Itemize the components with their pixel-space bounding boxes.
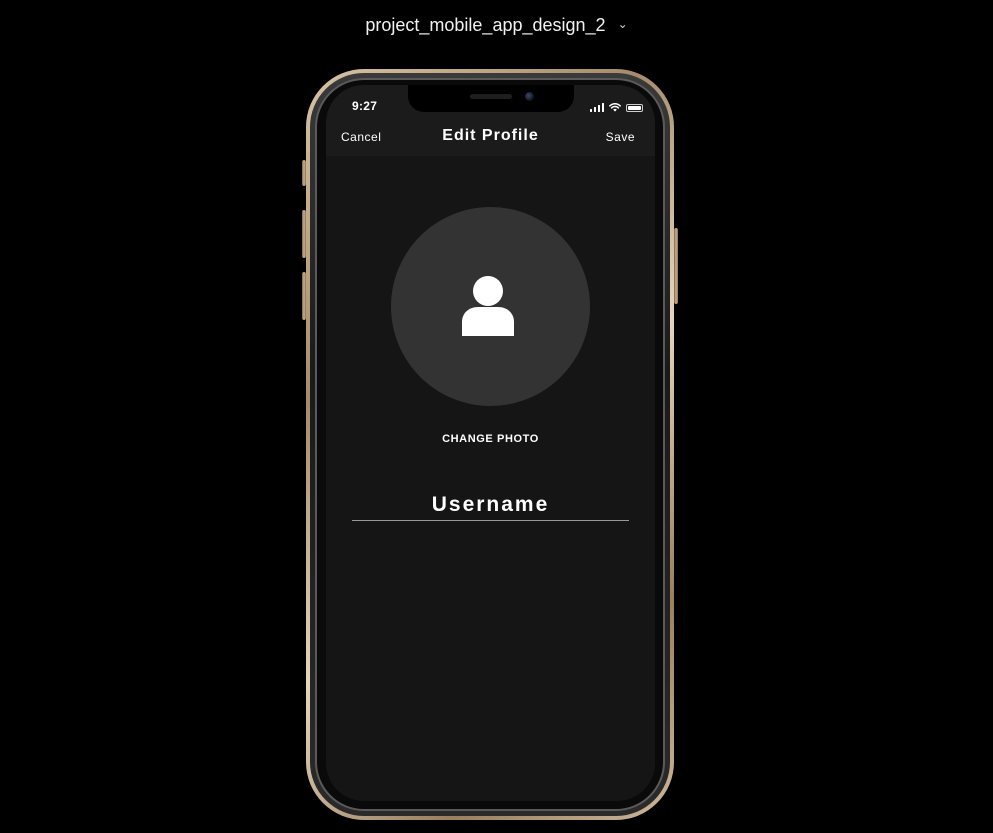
front-camera — [525, 92, 534, 101]
phone-screen: 9:27 Cancel Edit Profile Save CHANGE PHO… — [326, 85, 655, 801]
notch — [408, 85, 574, 112]
project-selector: project_mobile_app_design_2 ⌄ — [0, 12, 993, 37]
canvas: project_mobile_app_design_2 ⌄ 9:27 Cance… — [0, 0, 993, 833]
wifi-icon — [609, 103, 621, 112]
power-button — [674, 228, 678, 304]
status-icons — [589, 100, 643, 112]
volume-up-button — [302, 210, 306, 258]
save-button[interactable]: Save — [606, 130, 635, 144]
cancel-button[interactable]: Cancel — [341, 130, 381, 144]
project-title-label: project_mobile_app_design_2 — [365, 15, 606, 35]
chevron-down-icon: ⌄ — [617, 17, 628, 31]
volume-down-button — [302, 272, 306, 320]
navigation-bar: Cancel Edit Profile Save — [326, 125, 655, 156]
battery-icon — [626, 104, 643, 112]
project-dropdown[interactable]: project_mobile_app_design_2 ⌄ — [365, 12, 627, 37]
user-icon — [462, 276, 514, 336]
username-field[interactable] — [352, 489, 629, 521]
status-time: 9:27 — [352, 99, 378, 113]
status-bar: 9:27 — [326, 85, 655, 125]
mute-switch — [302, 160, 306, 186]
speaker-grille — [470, 94, 512, 99]
change-photo-button[interactable]: CHANGE PHOTO — [326, 433, 655, 445]
avatar[interactable] — [391, 207, 590, 406]
signal-icon — [589, 103, 604, 112]
